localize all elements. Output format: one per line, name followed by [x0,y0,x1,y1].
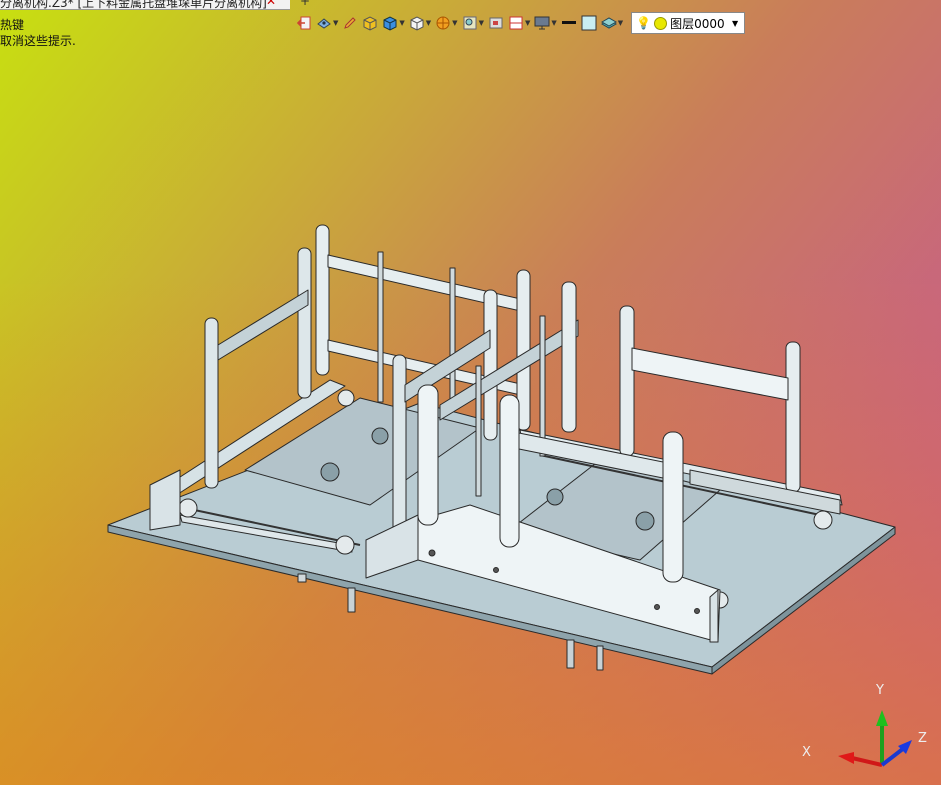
upright [483,289,498,441]
left-end-plate [149,469,181,531]
shaded-box-icon [363,16,377,31]
zoom-dropdown[interactable]: ▼ [462,13,484,33]
chevron-down-icon: ▼ [478,19,484,27]
line-style-button[interactable] [561,13,577,33]
tray-hole [635,511,655,531]
bolt-hole [694,608,700,614]
layer-manager-dropdown[interactable]: ▼ [600,13,624,33]
color-button[interactable] [581,13,597,33]
pulley [813,510,833,530]
exit-icon [296,16,311,30]
upright [662,431,684,583]
close-tab-icon[interactable]: ✕ [266,0,276,8]
crossbar [631,347,789,401]
support-leg [596,645,604,671]
chevron-down-icon: ▼ [524,19,531,27]
monitor-icon [534,16,550,30]
chevron-down-icon: ▼ [617,19,624,27]
layer-color-icon [654,16,668,30]
chevron-down-icon: ▼ [452,19,458,27]
split-view-dropdown[interactable]: ▼ [508,13,530,33]
guide-rod [449,267,456,409]
upright [297,247,312,399]
add-tab-button[interactable]: + [300,0,310,8]
pencil-button[interactable] [342,13,358,33]
tray-hole [320,462,340,482]
support-leg [297,573,307,583]
view-toolbar: ▼ ▼ ▼ ▼ ▼ ▼ ▼ ▼ 💡 图层0000 ▼ [296,12,746,34]
view-orientation-dropdown[interactable]: ▼ [316,13,338,33]
document-tab-title: 分离机构.Z3* [上下料金属托盘堆垛单片分离机构] [0,0,267,10]
axis-triad: Y X Z [802,683,927,767]
layer-select[interactable]: 💡 图层0000 ▼ [631,12,746,34]
chevron-down-icon: ▼ [399,19,405,27]
guide-rod [475,365,482,497]
hotkey-hint: 热键 [0,18,25,32]
guide-rod [377,251,384,403]
upright [561,281,577,433]
support-leg [566,639,575,669]
color-swatch-icon [581,15,597,31]
x-axis-label: X [802,745,811,760]
bolt-hole [428,549,436,557]
zoom-icon [463,16,477,30]
shaded-box-button[interactable] [362,13,378,33]
support-leg [347,587,356,613]
frame-button[interactable] [488,13,504,33]
section-view-dropdown[interactable]: ▼ [435,13,458,33]
upright [499,394,520,548]
tray-hole [546,488,564,506]
white-box-icon [410,16,424,31]
guide-rod [539,315,546,457]
upright [417,384,439,526]
upright [315,224,330,376]
split-view-icon [509,16,523,30]
tray-hole [371,427,389,445]
display-mode-dropdown[interactable]: ▼ [382,13,405,33]
chevron-down-icon: ▼ [425,19,432,27]
pulley [337,389,355,407]
3d-viewport[interactable]: 分离机构.Z3* [上下料金属托盘堆垛单片分离机构] ✕ + 热键 取消这些提示… [0,0,941,785]
document-tab[interactable]: 分离机构.Z3* [上下料金属托盘堆垛单片分离机构] ✕ [0,0,290,10]
chevron-down-icon: ▼ [731,18,739,28]
z-axis-label: Z [918,731,927,746]
bolt-hole [493,567,499,573]
pencil-icon [344,17,357,29]
lightbulb-icon: 💡 [636,16,652,30]
3d-model-render [107,224,896,675]
y-axis-label: Y [875,683,884,698]
chevron-down-icon: ▼ [551,19,557,27]
view-orientation-icon [317,18,331,29]
frame-icon [489,17,503,29]
pulley [178,498,198,518]
line-style-icon [561,21,576,24]
dismiss-hints-link[interactable]: 取消这些提示. [0,32,76,49]
right-end-plate [709,589,719,643]
chevron-down-icon: ▼ [333,19,339,27]
pulley [335,535,355,555]
exit-button[interactable] [296,13,312,33]
standard-view-dropdown[interactable]: ▼ [409,13,431,33]
upright [619,305,635,457]
blue-box-icon [383,16,397,31]
layer-name: 图层0000 [670,16,725,31]
crossbar [217,289,309,361]
upright [785,341,801,493]
bolt-hole [654,604,660,610]
section-sphere-icon [436,16,450,30]
upright [204,317,219,489]
layer-stack-icon [600,17,617,29]
display-dropdown[interactable]: ▼ [534,13,557,33]
